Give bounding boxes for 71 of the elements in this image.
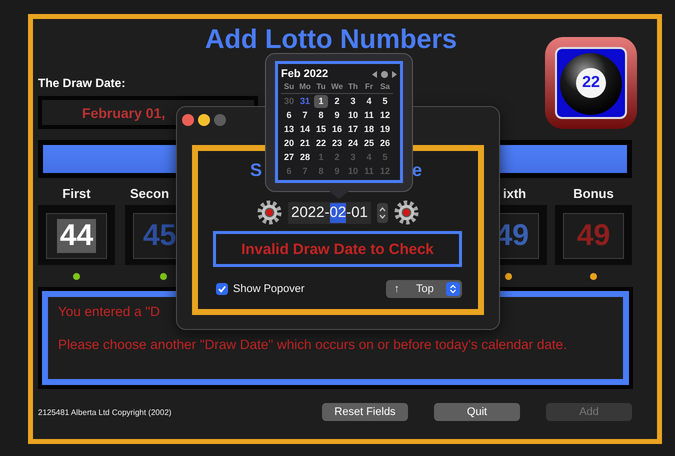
next-icon[interactable]: [392, 70, 397, 78]
checkbox[interactable]: [216, 283, 228, 295]
status-message: Invalid Draw Date to Check: [213, 231, 462, 267]
weekday-label: Tu: [313, 81, 329, 94]
calendar-day[interactable]: 22: [314, 136, 328, 150]
app-title: Add Lotto Numbers: [205, 24, 457, 54]
zoom-button[interactable]: [214, 114, 226, 126]
calendar-day[interactable]: 13: [282, 122, 296, 136]
footer-button[interactable]: Quit: [434, 403, 520, 421]
message-text: You entered a "D: [58, 303, 161, 321]
position-popup[interactable]: ↑ Top: [386, 280, 462, 298]
calendar-day[interactable]: 16: [330, 122, 344, 136]
date-segment[interactable]: -: [324, 202, 330, 222]
column-label: First: [62, 186, 91, 202]
calendar-day[interactable]: 17: [346, 122, 360, 136]
calendar-day[interactable]: 2: [330, 94, 344, 108]
calendar-day[interactable]: 10: [346, 108, 360, 122]
message-text: Please choose another "Draw Date" which occurs on or before today's calendar date.: [58, 336, 568, 354]
weekday-label: Mo: [297, 81, 313, 94]
date-field[interactable]: 2022-02-01: [288, 202, 371, 224]
close-button[interactable]: [182, 114, 194, 126]
weekday-label: We: [329, 81, 345, 94]
date-segment[interactable]: 2022: [291, 202, 324, 222]
gear-icon[interactable]: [394, 200, 419, 225]
calendar-day[interactable]: 12: [378, 108, 392, 122]
lotto-number[interactable]: 44: [56, 219, 96, 253]
calendar-day[interactable]: 24: [346, 136, 360, 150]
calendar-day[interactable]: 14: [298, 122, 312, 136]
calendar-day[interactable]: 7: [298, 108, 312, 122]
date-segment[interactable]: 02: [330, 202, 346, 222]
today-dot-icon[interactable]: [381, 70, 388, 78]
date-segment[interactable]: 01: [351, 202, 368, 222]
calendar-day[interactable]: 21: [298, 136, 312, 150]
weekday-label: Su: [281, 81, 297, 94]
calendar-day[interactable]: 3: [346, 94, 360, 108]
weekday-label: Th: [345, 81, 361, 94]
calendar-day[interactable]: 18: [362, 122, 376, 136]
calendar-day[interactable]: 11: [362, 108, 376, 122]
calendar-day[interactable]: 4: [362, 94, 376, 108]
heading-text: e: [412, 159, 422, 181]
previous-icon[interactable]: [372, 70, 377, 78]
calendar-day[interactable]: 23: [330, 136, 344, 150]
calendar-day[interactable]: 6: [282, 108, 296, 122]
column-label: Bonus: [573, 186, 614, 202]
calendar-day[interactable]: 26: [378, 136, 392, 150]
calendar-day[interactable]: 20: [282, 136, 296, 150]
heading-text: S: [250, 159, 262, 181]
calendar-day[interactable]: 25: [362, 136, 376, 150]
column-label: Secon: [130, 186, 170, 202]
ball-number: 22: [581, 74, 601, 92]
calendar-day[interactable]: 28: [298, 150, 312, 164]
calendar-day[interactable]: 1: [314, 94, 328, 108]
calendar-day[interactable]: 15: [314, 122, 328, 136]
column-label: ixth: [503, 186, 526, 202]
calendar-month: Feb 2022: [281, 68, 328, 80]
gear-icon[interactable]: [257, 200, 282, 225]
calendar-day[interactable]: 19: [378, 122, 392, 136]
checkbox-label: Show Popover: [233, 283, 305, 295]
date-segment[interactable]: -: [346, 202, 352, 222]
calendar-day[interactable]: 31: [298, 94, 312, 108]
footer-button[interactable]: Reset Fields: [322, 403, 408, 421]
weekday-label: Fr: [361, 81, 377, 94]
calendar-day[interactable]: 27: [282, 150, 296, 164]
weekday-label: Sa: [377, 81, 393, 94]
copyright-text: 2125481 Alberta Ltd Copyright (2002): [38, 408, 172, 416]
stepper-icon: [446, 282, 460, 296]
minimize-button[interactable]: [198, 114, 210, 126]
draw-date-label: The Draw Date:: [38, 76, 126, 90]
calendar-day[interactable]: 8: [314, 108, 328, 122]
calendar-day[interactable]: 9: [330, 108, 344, 122]
calendar-day[interactable]: 5: [378, 94, 392, 108]
